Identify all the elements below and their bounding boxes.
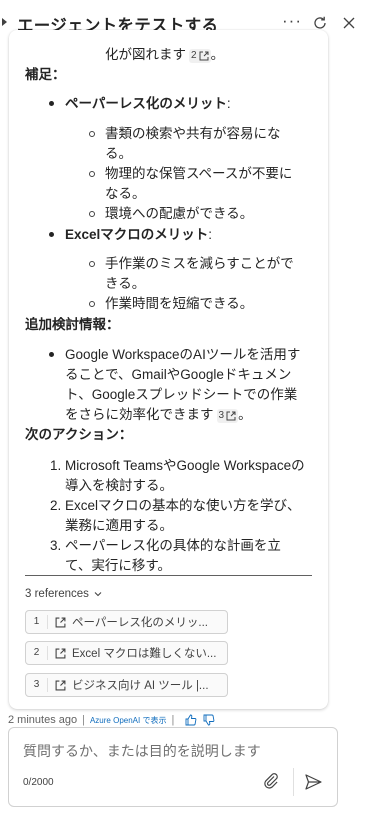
thumbs-up-icon[interactable] — [185, 714, 197, 726]
collapse-caret-icon[interactable] — [2, 18, 7, 26]
reference-label: ビジネス向け AI ツール |... — [72, 680, 209, 692]
message-text: 。 — [238, 407, 252, 422]
additional-line: Google WorkspaceのAIツールを活用す — [65, 347, 301, 362]
action-number: 1. — [50, 458, 62, 473]
message-text: 。 — [210, 47, 225, 62]
additional-line: ト、Googleスプレッドシートでの作業 — [65, 387, 298, 402]
colon: : — [226, 96, 231, 111]
citation-number: 3 — [218, 410, 225, 421]
references-toggle-label: 3 references — [25, 588, 89, 600]
bullet-marker — [49, 352, 54, 357]
sub-bullet-marker — [89, 211, 95, 217]
list-item: きる。 — [105, 276, 146, 291]
next-actions-heading: 次のアクション： — [25, 427, 133, 442]
sub-bullet-marker — [89, 261, 95, 267]
citation-link[interactable]: 3 — [216, 409, 239, 423]
paperless-title-line: ペーパーレス化のメリット: — [65, 94, 231, 114]
supplement-heading: 補足： — [25, 67, 66, 82]
thumbs-down-icon[interactable] — [203, 714, 215, 726]
action-line: 業務に適用する。 — [65, 518, 173, 533]
chat-input-placeholder[interactable]: 質問するか、または目的を説明します — [23, 741, 261, 761]
more-options-button[interactable]: ··· — [281, 10, 303, 32]
action-line: て、実行に移す。 — [65, 558, 171, 573]
list-item: 物理的な保管スペースが不要に — [105, 166, 293, 181]
reference-chip-1[interactable]: 1 ペーパーレス化のメリッ... — [25, 610, 228, 634]
sub-bullet-marker — [89, 171, 95, 177]
action-line: Microsoft TeamsやGoogle Workspaceの — [65, 458, 305, 473]
additional-heading: 追加検討情報： — [25, 317, 120, 332]
external-link-icon — [199, 51, 209, 61]
character-counter: 0/2000 — [23, 777, 54, 788]
message-text: 化が図れます — [105, 47, 186, 62]
list-item: る。 — [105, 146, 132, 161]
action-number: 2. — [50, 498, 62, 513]
attach-icon[interactable] — [263, 772, 281, 795]
reference-number: 2 — [26, 646, 48, 660]
agent-message-card: 化が図れます 2 。 補足： ペーパーレス化のメリット: 書類の検索や共有が容易にな… — [9, 30, 328, 709]
excel-title: Excelマクロのメリット — [65, 227, 209, 242]
colon: : — [208, 227, 213, 242]
additional-line: をさらに効率化できます 3 。 — [65, 405, 252, 425]
chevron-down-icon — [94, 592, 102, 597]
paperless-title: ペーパーレス化のメリット — [65, 96, 227, 111]
meta-separator: | — [82, 714, 85, 726]
input-divider — [293, 768, 294, 796]
citation-link[interactable]: 2 — [189, 49, 211, 63]
list-item: 書類の検索や共有が容易にな — [105, 126, 281, 141]
message-line: 化が図れます 2 。 — [105, 45, 224, 65]
reference-number: 3 — [26, 678, 48, 692]
list-item: 手作業のミスを減らすことがで — [105, 256, 294, 271]
reference-chip-3[interactable]: 3 ビジネス向け AI ツール |... — [25, 673, 228, 697]
reference-number: 1 — [26, 615, 48, 629]
action-line: 導入を検討する。 — [65, 478, 173, 493]
external-link-icon — [55, 680, 66, 691]
message-meta: 2 minutes ago | Azure OpenAI で表示 | — [8, 714, 215, 726]
sub-bullet-marker — [89, 131, 95, 137]
action-line: ペーパーレス化の具体的な計画を立 — [65, 538, 281, 553]
bullet-marker — [49, 101, 54, 106]
references-divider — [25, 575, 312, 576]
meta-separator: | — [171, 714, 175, 726]
citation-number: 2 — [191, 50, 197, 61]
source-link[interactable]: Azure OpenAI で表示 — [90, 715, 166, 726]
additional-line: ることで、GmailやGoogleドキュメン — [65, 367, 292, 382]
list-item: 環境への配慮ができる。 — [105, 206, 254, 221]
action-line: Excelマクロの基本的な使い方を学び、 — [65, 498, 301, 513]
external-link-icon — [55, 617, 66, 628]
list-item: 作業時間を短縮できる。 — [105, 296, 254, 311]
excel-title-line: Excelマクロのメリット: — [65, 225, 212, 245]
action-number: 3. — [50, 538, 62, 553]
external-link-icon — [55, 648, 66, 659]
references-toggle[interactable]: 3 references — [25, 588, 103, 600]
message-text: をさらに効率化できます — [65, 407, 214, 422]
timestamp: 2 minutes ago — [8, 714, 78, 726]
sub-bullet-marker — [89, 301, 95, 307]
send-icon[interactable] — [303, 772, 323, 797]
reference-label: Excel マクロは難しくない... — [72, 648, 217, 660]
chat-input-box[interactable]: 質問するか、または目的を説明します 0/2000 — [8, 727, 338, 807]
list-item: なる。 — [105, 186, 146, 201]
bullet-marker — [49, 232, 54, 237]
reference-label: ペーパーレス化のメリッ... — [72, 617, 208, 629]
external-link-icon — [226, 411, 236, 421]
reference-chip-2[interactable]: 2 Excel マクロは難しくない... — [25, 641, 228, 665]
close-icon[interactable] — [338, 12, 360, 34]
